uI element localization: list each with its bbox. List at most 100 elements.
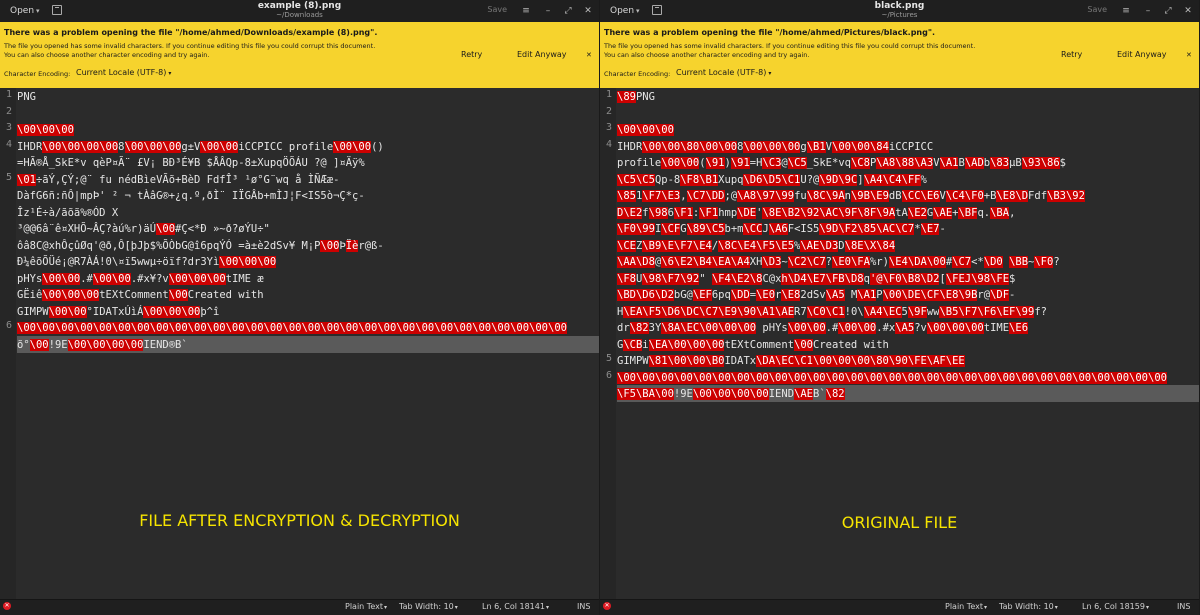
escaped-byte: \00\00 [838,322,877,334]
escaped-byte: \8E\B2\92\AC [762,206,839,219]
code-text: ÷ãÝ,ÇÝ;@¨ fu nédBìeVÃõ+BèD FdfÎ³ ¹ø°G¨wq… [35,173,340,186]
code-text: 6pq [711,289,731,301]
error-icon: ✕ [603,602,611,610]
status-bar: ✕ Plain Text▾ Tab Width: 10▾ Ln 6, Col 1… [600,599,1199,615]
code-line: õ°\00!9E\00\00\00\00IEND®B` [17,337,599,354]
hamburger-menu-icon[interactable]: ≡ [1119,4,1133,18]
code-line: \00\00\00\00\00\00\00\00\00\00\00\00\00\… [17,320,599,337]
escaped-byte: \00\00 [42,272,81,285]
code-text: +B [983,190,997,202]
code-text: % [920,173,927,186]
escaped-byte: \E6 [1009,322,1029,334]
encoding-label: Character Encoding: [604,70,671,78]
code-text: ) [724,157,731,169]
code-text: GIMPW [17,305,49,318]
edit-anyway-button[interactable]: Edit Anyway [517,50,567,59]
code-text: M [844,289,858,301]
code-text: ~ [781,256,788,268]
line-number: 5 [606,353,613,364]
code-text: Îz¹É÷à/ãõã%®ÓD X [17,206,119,219]
editor-window-left: Open ▾ example (8).png ~/Downloads Save ≡… [0,0,600,615]
escaped-byte: \E4\DA\00 [888,256,946,268]
escaped-byte: \A4\C4\FF [863,173,921,186]
escaped-byte: \00\00 [667,355,706,367]
close-window-icon[interactable]: ✕ [1181,4,1195,18]
edit-anyway-button[interactable]: Edit Anyway [1117,50,1167,59]
escaped-byte: \00\00\00\00\00\00\00\00\00\00\00\00\00\… [617,371,1167,384]
escaped-byte: \F0\99 [617,223,655,235]
maximize-icon[interactable]: ⤢ [561,4,575,18]
tab-width-selector[interactable]: Tab Width: 10▾ [999,602,1058,611]
code-text: f? [1034,305,1047,318]
language-selector[interactable]: Plain Text▾ [945,602,987,611]
code-line: pHYs\00\00.#\00\00.#x¥?v\00\00\00tIME æ [17,271,599,288]
tab-width-selector[interactable]: Tab Width: 10▾ [399,602,458,611]
escaped-byte: \CF [661,223,681,235]
line-number: 5 [6,171,13,183]
line-number: 1 [606,89,613,100]
code-line: GIMPW\81\00\00\B0IDATx\DA\EC\C1\00\00\00… [617,353,1199,370]
code-text: =HÃ®Å_SkE*v qèP¤Ã¨ £V¡ BÐ³É¥B $ÅÂQp-8±Xu… [17,157,365,169]
escaped-byte: \B0 [705,355,725,367]
language-selector[interactable]: Plain Text▾ [345,602,387,611]
code-area[interactable]: \89PNG \00\00\00 IHDR\00\00\80\00\008\00\0… [617,89,1199,403]
code-text: IHDR [17,140,43,153]
escaped-byte: \AD [964,157,984,169]
line-number: 1 [6,89,13,100]
code-text: °IDATxÚìÁ [86,305,144,318]
escaped-byte: \8E\X\84 [844,239,896,252]
hamburger-menu-icon[interactable]: ≡ [519,4,533,18]
code-text: pHYs [17,272,43,285]
escaped-byte: \F1 [673,206,693,219]
code-text: - [1009,289,1016,301]
close-infobar-icon[interactable]: ✕ [1186,51,1192,59]
code-text: Created with [187,289,264,301]
cursor-position-label: Ln 6, Col 18159 [1082,602,1145,611]
escaped-byte: \F8 [617,272,636,285]
code-text: bG@ [673,289,693,301]
code-line: dr\823Y\8A\EC\00\00\00 pHYs\00\00.#\00\0… [617,320,1199,337]
retry-button[interactable]: Retry [461,50,482,59]
line-number: 2 [6,105,13,117]
minimize-icon[interactable]: – [1141,4,1155,18]
insert-mode[interactable]: INS [577,602,590,611]
code-text: ôâ8C@xhÔçûØq'@ð,Ô[þJþ$%ÕÒbG@î6pqÝÓ =à±è2… [17,239,321,252]
retry-button[interactable]: Retry [1061,50,1082,59]
code-text: tA [895,206,908,219]
save-button[interactable]: Save [487,5,507,14]
infobar-message: The file you opened has some invalid cha… [4,42,376,50]
close-window-icon[interactable]: ✕ [581,4,595,18]
code-text: !9E [48,338,68,351]
escaped-byte: \8C\E4\F5\E5 [718,239,795,252]
code-line: \00\00\00\00\00\00\00\00\00\00\00\00\00\… [617,370,1199,387]
chevron-down-icon: ▾ [983,604,987,611]
close-infobar-icon[interactable]: ✕ [586,51,592,59]
escaped-byte: \C4\F0 [945,190,984,202]
encoding-dropdown[interactable]: Current Locale (UTF-8) ▾ [76,68,171,77]
save-button[interactable]: Save [1087,5,1107,14]
encoding-dropdown[interactable]: Current Locale (UTF-8) ▾ [676,68,771,77]
escaped-byte: \00\00 [200,140,239,153]
code-text: fu [794,190,807,202]
escaped-byte: \EA\F5\D6\DC\C7\E9 [623,305,738,318]
cursor-position[interactable]: Ln 6, Col 18141▾ [482,602,549,611]
maximize-icon[interactable]: ⤢ [1161,4,1175,18]
escaped-byte: \93\86 [1021,157,1060,169]
code-text: B` [813,388,826,400]
escaped-byte: \F7\E3 [642,190,681,202]
cursor-position[interactable]: Ln 6, Col 18159▾ [1082,602,1149,611]
code-line: D\E2f\986\F1:\F1hmp\DE'\8E\B2\92\AC\9F\8… [617,205,1199,222]
escaped-byte: \84 [869,140,889,153]
insert-mode[interactable]: INS [1177,602,1190,611]
infobar-message-2: You can also choose another character en… [604,51,810,59]
escaped-byte: \82 [825,388,845,400]
code-area[interactable]: PNG \00\00\00 IHDR\00\00\00\008\00\00\00g±… [17,89,599,353]
escaped-byte: \9F [907,305,927,318]
code-line: \00\00\00 [617,122,1199,139]
code-text: P [876,289,883,301]
escaped-byte: \00\00\00 [617,124,674,136]
minimize-icon[interactable]: – [541,4,555,18]
escaped-byte: \F5\BA\00 [617,388,674,400]
code-text: <* [971,256,984,268]
infobar-message: The file you opened has some invalid cha… [604,42,976,50]
